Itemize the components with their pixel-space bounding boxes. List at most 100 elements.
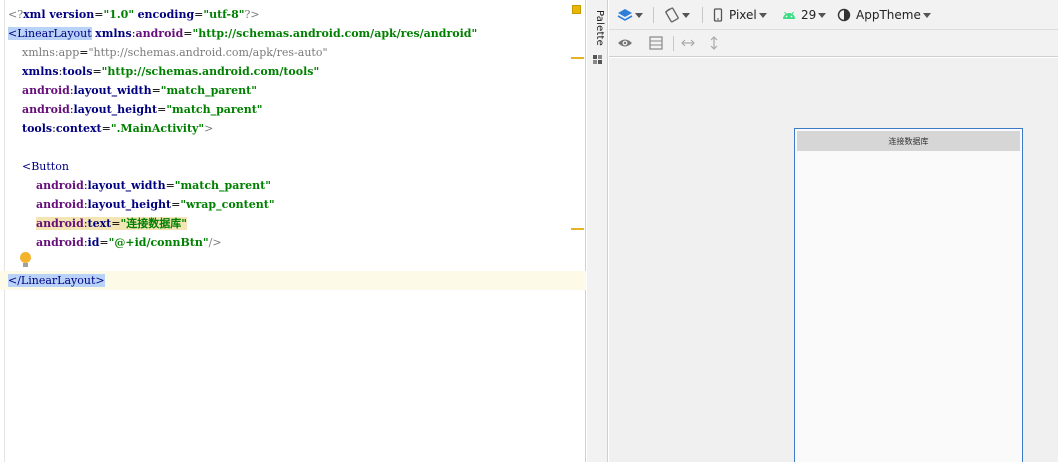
code-token: "连接数据库": [120, 217, 187, 230]
code-token: layout_height: [73, 103, 158, 116]
code-token: =: [157, 103, 167, 116]
code-line[interactable]: [0, 252, 586, 271]
code-line[interactable]: xmlns:tools="http://schemas.android.com/…: [0, 62, 586, 81]
code-line[interactable]: [0, 138, 586, 157]
code-token: android: [135, 27, 184, 40]
toolbar-separator: [653, 7, 654, 23]
android-icon: [783, 11, 795, 19]
code-token: xml version: [23, 8, 95, 21]
toolbar-separator: [673, 36, 674, 51]
code-token: =: [194, 8, 204, 21]
code-token: android: [22, 84, 70, 97]
code-token: "http://schemas.android.com/apk/res/andr…: [192, 27, 478, 40]
code-token: =: [151, 84, 161, 97]
layers-icon: [617, 9, 633, 21]
view-options-toolbar: [609, 30, 1058, 57]
code-token: =: [165, 179, 175, 192]
code-line[interactable]: <LinearLayout xmlns:android="http://sche…: [0, 24, 586, 43]
warning-marker[interactable]: [571, 228, 584, 230]
code-token: "utf-8": [203, 8, 245, 21]
chevron-down-icon: [758, 12, 767, 18]
code-token: =: [183, 27, 193, 40]
code-token: android: [35, 236, 84, 249]
code-token: encoding: [137, 8, 195, 21]
code-token: "match_parent": [160, 84, 257, 97]
code-token: "http://schemas.android.com/apk/res-auto…: [88, 46, 328, 59]
code-token: =: [171, 198, 181, 211]
design-toolbar: Pixel 29 AppTheme: [609, 0, 1058, 30]
code-token: xmlns: [95, 27, 132, 40]
theme-selector[interactable]: AppTheme: [837, 0, 931, 30]
code-token: "1.0": [103, 8, 135, 21]
code-token: android: [35, 198, 84, 211]
expand-horizontal-icon[interactable]: [681, 38, 695, 48]
code-line[interactable]: android:id="@+id/connBtn"/>: [0, 233, 586, 252]
api-level-selector[interactable]: 29: [781, 0, 827, 30]
code-token: android: [35, 217, 84, 230]
code-token: layout_width: [73, 84, 152, 97]
code-token: text: [87, 217, 112, 230]
code-line[interactable]: android:layout_height="wrap_content": [0, 195, 586, 214]
chevron-down-icon: [922, 12, 931, 18]
warning-status-icon[interactable]: [572, 5, 581, 14]
code-token: tools: [22, 122, 53, 135]
code-token: xmlns: [22, 65, 59, 78]
code-line[interactable]: <Button: [0, 157, 586, 176]
code-token: android: [35, 179, 84, 192]
code-token: <Button: [22, 160, 69, 173]
toolbar-separator: [702, 7, 703, 23]
code-line[interactable]: </LinearLayout>: [0, 271, 586, 290]
code-token: "@+id/connBtn": [108, 236, 209, 249]
orientation-button[interactable]: [664, 0, 690, 30]
theme-icon: [837, 8, 851, 22]
code-token: id: [87, 236, 100, 249]
design-surface-button[interactable]: [617, 0, 643, 30]
code-token: "http://schemas.android.com/tools": [101, 65, 320, 78]
code-token: layout_height: [87, 198, 172, 211]
code-area[interactable]: <?xml version="1.0" encoding="utf-8"?> <L…: [0, 5, 586, 290]
code-line[interactable]: android:layout_height="match_parent": [0, 100, 586, 119]
device-label: Pixel: [729, 8, 757, 22]
expand-vertical-icon[interactable]: [709, 36, 719, 50]
device-selector[interactable]: Pixel: [713, 0, 767, 30]
palette-tool-window-strip[interactable]: Palette: [587, 0, 608, 462]
code-token: tools: [62, 65, 93, 78]
layout-grid-icon[interactable]: [649, 36, 663, 50]
code-line[interactable]: android:layout_width="match_parent": [0, 176, 586, 195]
preview-connect-button[interactable]: 连接数据库: [797, 131, 1020, 151]
phone-icon: [713, 8, 723, 22]
code-token: "match_parent": [166, 103, 263, 116]
code-line[interactable]: tools:context=".MainActivity">: [0, 119, 586, 138]
code-token: xmlns:app: [22, 46, 80, 59]
code-token: >: [204, 122, 214, 135]
code-token: "match_parent": [174, 179, 271, 192]
code-line[interactable]: <?xml version="1.0" encoding="utf-8"?>: [0, 5, 586, 24]
chevron-down-icon: [818, 12, 827, 18]
warning-marker[interactable]: [571, 57, 584, 59]
code-line[interactable]: xmlns:app="http://schemas.android.com/ap…: [0, 43, 586, 62]
code-token: ".MainActivity": [110, 122, 205, 135]
device-preview[interactable]: 连接数据库: [794, 128, 1023, 462]
design-canvas[interactable]: 连接数据库: [609, 58, 1058, 462]
theme-label: AppTheme: [856, 8, 921, 22]
lightbulb-glass: [20, 252, 31, 263]
eye-icon[interactable]: [617, 37, 633, 49]
code-editor[interactable]: <?xml version="1.0" encoding="utf-8"?> <L…: [0, 0, 586, 462]
palette-icon: [593, 55, 602, 64]
api-level-label: 29: [801, 8, 817, 22]
palette-tab-label[interactable]: Palette: [589, 10, 605, 54]
code-line[interactable]: android:text="连接数据库": [0, 214, 586, 233]
code-token: =: [101, 122, 111, 135]
lightbulb-icon[interactable]: [19, 252, 33, 268]
code-token: =: [92, 65, 102, 78]
code-line[interactable]: android:layout_width="match_parent": [0, 81, 586, 100]
